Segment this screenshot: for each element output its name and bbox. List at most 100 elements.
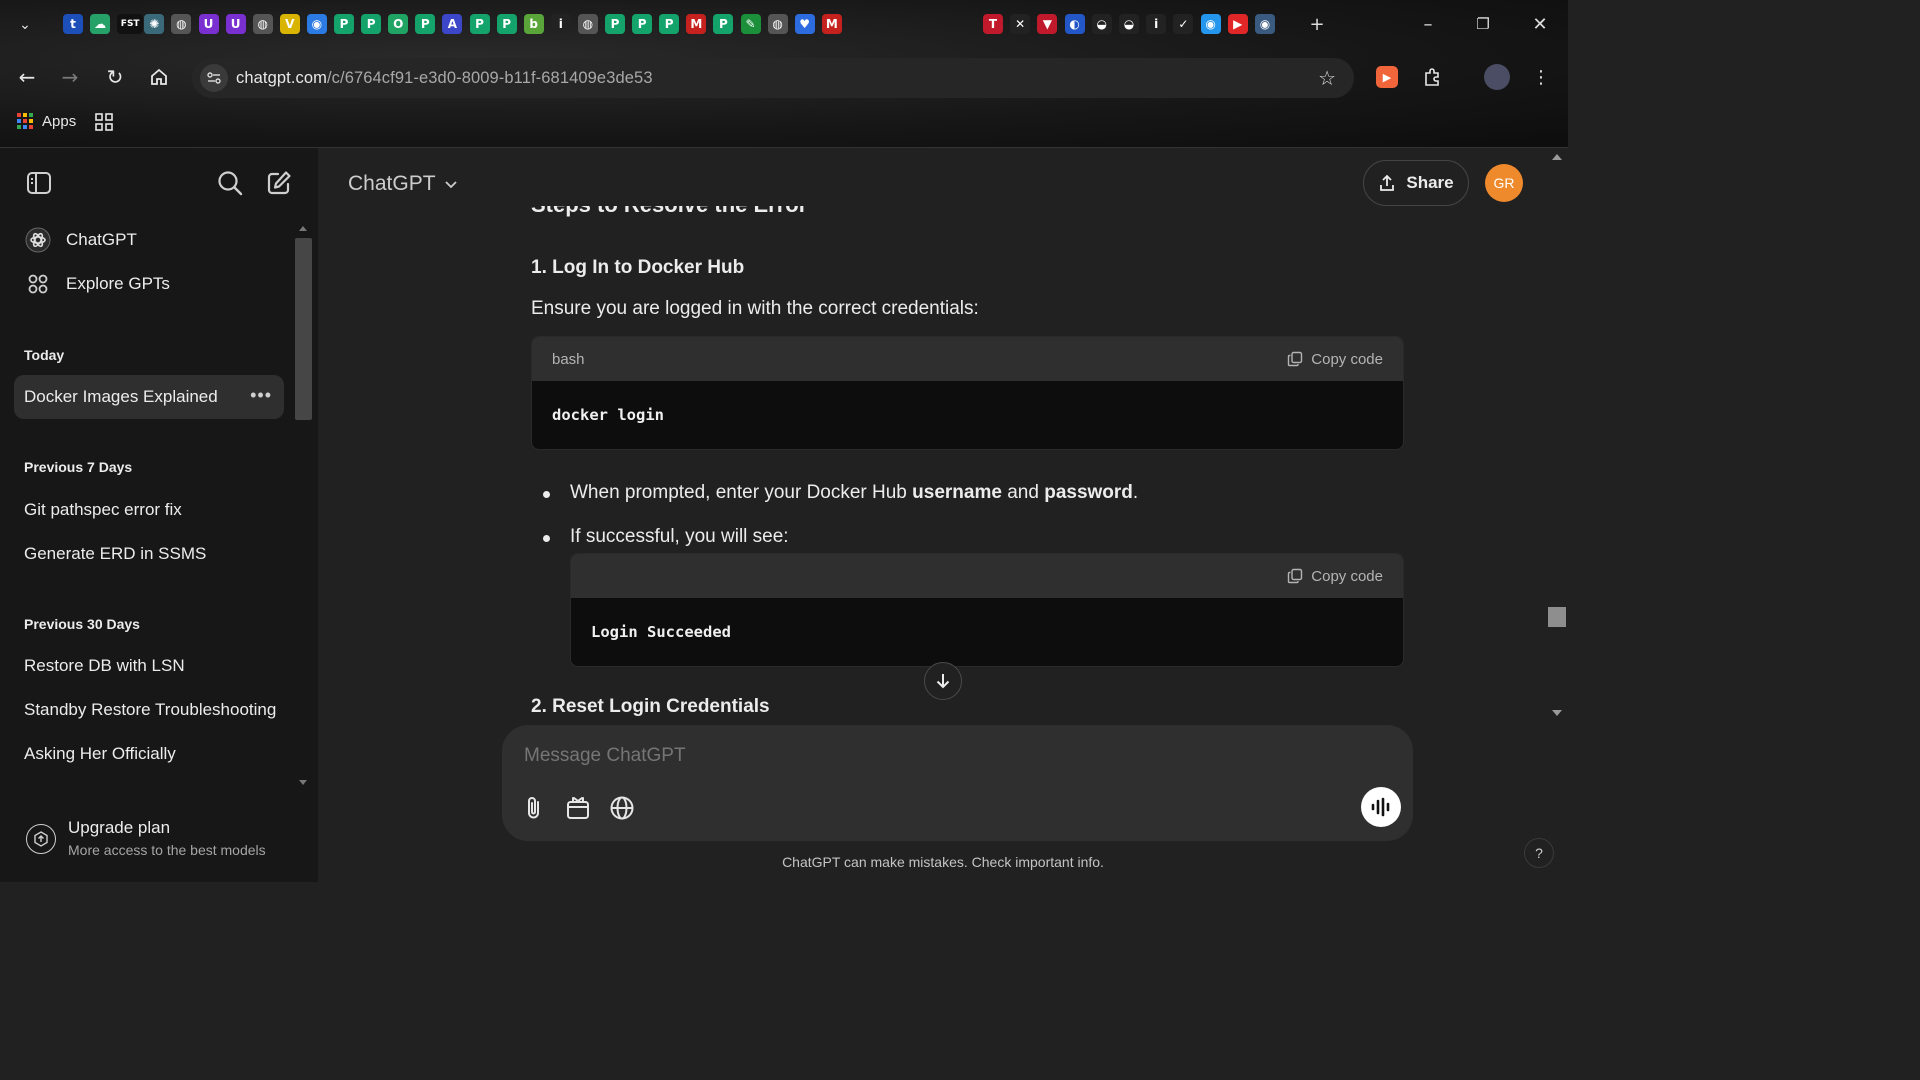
tab-favicon-p1-icon[interactable]: P [334, 14, 354, 34]
reload-icon[interactable]: ↻ [102, 64, 128, 90]
new-chat-icon[interactable] [264, 168, 294, 198]
upgrade-subtitle: More access to the best models [68, 842, 266, 858]
tab-favicon-info-icon[interactable]: i [1146, 14, 1167, 34]
upgrade-plan-button[interactable]: Upgrade plan More access to the best mod… [14, 812, 304, 868]
forward-icon[interactable]: → [57, 64, 83, 90]
apps-bookmark[interactable]: Apps [16, 112, 76, 130]
sidebar-item-explore-gpts[interactable]: Explore GPTs [14, 262, 284, 306]
extensions-puzzle-icon[interactable] [1419, 64, 1445, 90]
tab-favicon-chrome-color-icon[interactable]: ◉ [306, 14, 327, 34]
toggle-sidebar-icon[interactable] [24, 168, 54, 198]
tab-favicon-youtube-icon[interactable]: ▶ [1227, 14, 1248, 34]
share-button[interactable]: Share [1363, 160, 1469, 206]
site-info-icon[interactable] [200, 64, 228, 92]
apps-label: Apps [42, 112, 77, 130]
message-input[interactable] [524, 745, 1344, 767]
attach-paperclip-icon[interactable] [519, 793, 549, 823]
copy-code-button[interactable]: Copy code [1287, 351, 1383, 368]
sidebar-item-chatgpt[interactable]: ChatGPT [14, 218, 284, 262]
model-selector[interactable]: ChatGPT [348, 172, 458, 196]
tab-favicon-globe2-icon[interactable]: ◍ [252, 14, 273, 34]
tab-groups-icon[interactable] [94, 112, 114, 137]
tab-favicon-p5-icon[interactable]: P [496, 14, 517, 34]
tab-favicon-gmail-icon[interactable]: M [686, 14, 707, 34]
tools-calendar-icon[interactable] [563, 793, 593, 823]
tab-favicon-ring-icon[interactable]: O [388, 14, 409, 34]
tab-favicon-globe3-icon[interactable]: ◍ [577, 14, 598, 34]
sidebar-chat-git-pathspec[interactable]: Git pathspec error fix [14, 488, 284, 532]
tab-favicon-leaf-icon[interactable]: ✎ [740, 14, 761, 34]
sidebar-chat-asking-her[interactable]: Asking Her Officially [14, 732, 284, 776]
copy-code-button[interactable]: Copy code [1287, 568, 1383, 585]
user-avatar[interactable]: GR [1485, 164, 1523, 202]
back-icon[interactable]: ← [14, 64, 40, 90]
help-button[interactable]: ? [1524, 838, 1554, 868]
tab-favicon-gmail2-icon[interactable]: M [821, 14, 842, 34]
code-header: Copy code [571, 554, 1403, 598]
tab-favicon-p7-icon[interactable]: P [632, 14, 653, 34]
chat-title: Generate ERD in SSMS [24, 544, 207, 563]
message-composer [502, 725, 1413, 841]
chat-title: Restore DB with LSN [24, 656, 185, 675]
tab-favicon-docker2-icon[interactable]: ◉ [1255, 14, 1275, 34]
tab-favicon-p4-icon[interactable]: P [469, 14, 490, 34]
tab-favicon-github2-icon[interactable]: ◒ [1119, 14, 1139, 34]
page-scrollbar-thumb[interactable] [1548, 607, 1566, 627]
bullet-text: When prompted, enter your Docker Hub [570, 482, 913, 503]
tab-favicon-openai-icon[interactable]: ✺ [144, 14, 165, 34]
tab-favicon-p8-icon[interactable]: P [659, 14, 680, 34]
chat-title: Asking Her Officially [24, 744, 176, 763]
tab-favicon-u2-icon[interactable]: U [225, 14, 246, 34]
browser-menu-icon[interactable]: ⋮ [1528, 64, 1554, 90]
sidebar-chat-docker-images-explained[interactable]: Docker Images Explained ••• [14, 375, 284, 419]
url-text[interactable]: chatgpt.com/c/6764cf91-e3d0-8009-b11f-68… [236, 69, 653, 88]
tab-favicon-close-tab-icon[interactable]: ✕ [1010, 14, 1031, 34]
sidebar-chat-restore-db[interactable]: Restore DB with LSN [14, 644, 284, 688]
chat-options-icon[interactable]: ••• [250, 385, 272, 406]
tab-favicon-globe-icon[interactable]: ◍ [171, 14, 192, 34]
chat-title: Git pathspec error fix [24, 500, 182, 519]
sidebar-scroll-up-icon[interactable] [299, 226, 307, 231]
web-search-globe-icon[interactable] [607, 793, 637, 823]
tab-favicon-bird-icon[interactable]: ✓ [1173, 14, 1194, 34]
tab-favicon-p9-icon[interactable]: P [713, 14, 734, 34]
extension-play-icon[interactable]: ▶ [1376, 66, 1398, 88]
cut-off-heading: Steps to Resolve the Error [531, 206, 807, 218]
tab-favicon-docker-icon[interactable]: ◉ [1200, 14, 1221, 34]
page-scroll-down-icon[interactable] [1552, 710, 1562, 716]
tab-favicon-t-red-icon[interactable]: T [983, 14, 1003, 34]
tab-favicon-p2-icon[interactable]: P [361, 14, 382, 34]
tab-favicon-b-green-icon[interactable]: b [523, 14, 544, 34]
tab-favicon-info-i-icon[interactable]: i [550, 14, 571, 34]
tab-favicon-tumblr-icon[interactable]: t [63, 14, 83, 34]
voice-mode-button[interactable] [1361, 787, 1401, 827]
tab-favicon-p6-icon[interactable]: P [605, 14, 625, 34]
page-scroll-up-icon[interactable] [1552, 154, 1562, 160]
sidebar-chat-generate-erd[interactable]: Generate ERD in SSMS [14, 532, 284, 576]
tab-favicon-fst-icon[interactable]: FST [117, 14, 144, 34]
search-icon[interactable] [215, 168, 245, 198]
tab-favicon-a-font-icon[interactable]: A [442, 14, 463, 34]
tab-favicon-v-red-icon[interactable]: ▼ [1037, 14, 1058, 34]
new-tab-button[interactable]: + [1303, 12, 1331, 36]
tab-favicon-heart-icon[interactable]: ♥ [794, 14, 815, 34]
tab-favicon-globe4-icon[interactable]: ◍ [767, 14, 788, 34]
profile-avatar-icon[interactable] [1484, 64, 1510, 90]
tab-favicon-github1-icon[interactable]: ◒ [1091, 14, 1112, 34]
tab-favicon-u1-icon[interactable]: U [198, 14, 219, 34]
tab-favicon-blue-circle-icon[interactable]: ◐ [1064, 14, 1085, 34]
sidebar-scrollbar-thumb[interactable] [295, 238, 312, 420]
sidebar-scroll-down-icon[interactable] [299, 780, 307, 785]
tab-favicon-cloud-icon[interactable]: ☁ [90, 14, 111, 34]
bookmark-star-icon[interactable]: ☆ [1318, 66, 1336, 90]
home-icon[interactable] [146, 64, 172, 90]
restore-button[interactable]: ❐ [1469, 12, 1497, 36]
close-window-button[interactable]: ✕ [1526, 12, 1554, 36]
tab-search-chevron-icon[interactable]: ⌄ [12, 12, 38, 38]
scroll-to-bottom-button[interactable] [924, 662, 962, 700]
tab-favicon-vue-icon[interactable]: V [279, 14, 300, 34]
sidebar-chat-standby-restore[interactable]: Standby Restore Troubleshooting [14, 688, 284, 732]
tab-favicon-p3-icon[interactable]: P [415, 14, 436, 34]
address-bar[interactable]: chatgpt.com/c/6764cf91-e3d0-8009-b11f-68… [192, 58, 1354, 98]
minimize-button[interactable]: – [1414, 12, 1442, 36]
